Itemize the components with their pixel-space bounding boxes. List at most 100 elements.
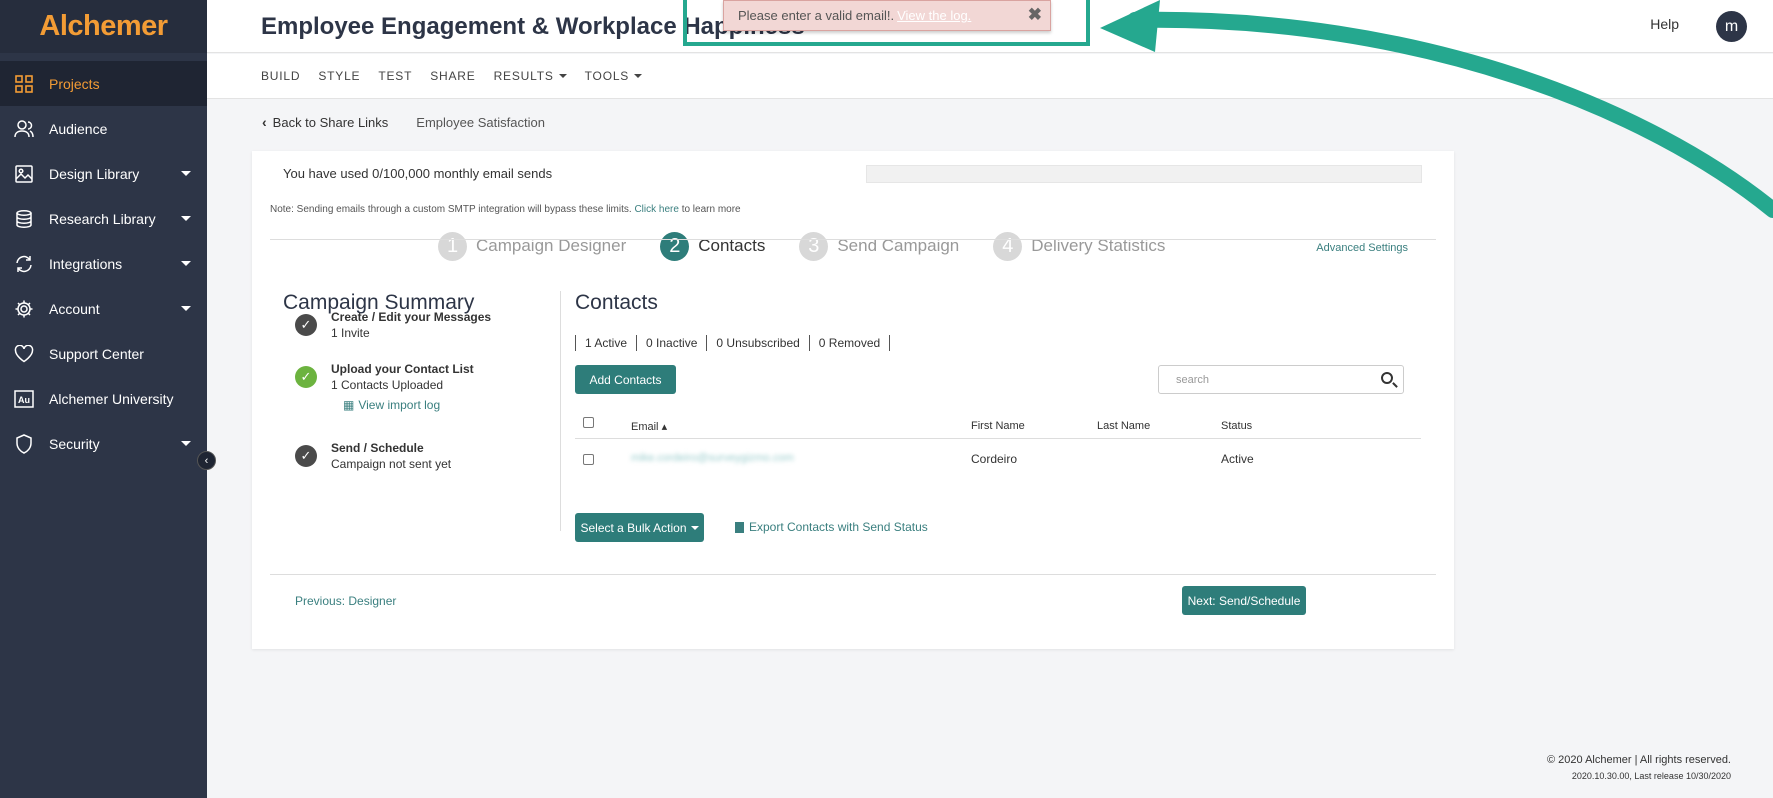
brand-name: Alchemer [39, 10, 168, 42]
chevron-down-icon [181, 171, 191, 176]
sidebar-item-integrations[interactable]: Integrations [0, 241, 207, 286]
column-status[interactable]: Status [1221, 420, 1252, 432]
previous-designer-link[interactable]: Previous: Designer [295, 594, 396, 608]
release-info: 2020.10.30.00, Last release 10/30/2020 [1571, 771, 1731, 781]
close-icon[interactable]: ✖ [1028, 5, 1042, 25]
campaign-steps: 1 Campaign Designer 2 Contacts 3 Send Campa… [438, 231, 1199, 261]
sidebar-item-support-center[interactable]: Support Center [0, 331, 207, 376]
column-label: Email [631, 421, 659, 433]
logo[interactable]: Alchemer [0, 0, 207, 53]
column-email[interactable]: Email ▴ [631, 420, 667, 433]
step-campaign-designer[interactable]: 1 Campaign Designer [438, 231, 626, 261]
gear-icon [13, 298, 35, 320]
note-text: Note: Sending emails through a custom SM… [270, 204, 632, 215]
export-contacts-link[interactable]: Export Contacts with Send Status [735, 520, 928, 534]
sidebar-item-security[interactable]: Security [0, 421, 207, 466]
view-import-log-link[interactable]: ▦ View import log [343, 398, 474, 412]
sidebar-item-projects[interactable]: Projects [0, 61, 207, 106]
back-link[interactable]: ‹ Back to Share Links [262, 114, 388, 130]
summary-item-contacts: ✓ Upload your Contact List 1 Contacts Upl… [295, 361, 474, 412]
row-checkbox[interactable] [583, 454, 594, 465]
sidebar-item-label: Security [49, 435, 100, 452]
bulk-action-button[interactable]: Select a Bulk Action [575, 513, 704, 542]
column-divider [560, 291, 561, 531]
column-last-name[interactable]: Last Name [1097, 420, 1150, 432]
tab-test[interactable]: TEST [378, 69, 412, 83]
sidebar-item-label: Support Center [49, 345, 144, 362]
sidebar-item-research-library[interactable]: Research Library [0, 196, 207, 241]
collapse-sidebar-button[interactable]: ‹ [197, 451, 216, 470]
step-send-campaign[interactable]: 3 Send Campaign [799, 231, 959, 261]
summary-item-title: Create / Edit your Messages [331, 310, 492, 324]
tab-label: RESULTS [493, 69, 554, 83]
footer-divider [270, 574, 1436, 575]
document-icon [735, 521, 744, 533]
chevron-left-icon: ‹ [204, 454, 209, 467]
sidebar-item-alchemer-university[interactable]: Au Alchemer University [0, 376, 207, 421]
filter-active[interactable]: 1 Active [575, 335, 636, 351]
table-icon: ▦ [343, 398, 355, 412]
copyright: © 2020 Alchemer | All rights reserved. [1547, 754, 1731, 766]
chevron-down-icon [181, 216, 191, 221]
svg-text:Au: Au [18, 395, 30, 405]
alert-message: Please enter a valid email!. [738, 8, 895, 23]
contact-first-name: Cordeiro [971, 452, 1018, 466]
export-label: Export Contacts with Send Status [749, 520, 928, 534]
search-input[interactable]: search [1158, 365, 1404, 394]
breadcrumb: ‹ Back to Share Links Employee Satisfacti… [262, 114, 545, 130]
step-contacts[interactable]: 2 Contacts [660, 231, 765, 261]
summary-item-sub: Campaign not sent yet [331, 457, 452, 471]
sidebar-item-account[interactable]: Account [0, 286, 207, 331]
select-all-checkbox[interactable] [583, 417, 594, 428]
sidebar-item-label: Projects [49, 75, 100, 92]
filter-removed[interactable]: 0 Removed [808, 335, 891, 351]
usage-text: You have used 0/100,000 monthly email se… [283, 166, 553, 181]
contact-status: Active [1221, 452, 1254, 466]
sidebar-item-audience[interactable]: Audience [0, 106, 207, 151]
contacts-title: Contacts [575, 291, 658, 314]
contact-email: mike.cordeiro@surveygizmo.com [631, 452, 794, 464]
sidebar-item-label: Design Library [49, 165, 140, 182]
filter-inactive[interactable]: 0 Inactive [636, 335, 706, 351]
summary-item-send: ✓ Send / Schedule Campaign not sent yet [295, 440, 451, 473]
note-suffix: to learn more [681, 204, 741, 215]
alert-log-link[interactable]: View the log. [897, 8, 971, 23]
image-icon [13, 163, 35, 185]
sidebar-item-design-library[interactable]: Design Library [0, 151, 207, 196]
tab-label: TEST [378, 69, 413, 83]
table-row: mike.cordeiro@surveygizmo.com Cordeiro A… [575, 447, 1421, 477]
steps-divider [270, 239, 1436, 240]
note-link[interactable]: Click here [634, 204, 678, 215]
chevron-down-icon [181, 306, 191, 311]
grid-icon [13, 73, 35, 95]
column-first-name[interactable]: First Name [971, 420, 1025, 432]
tab-style[interactable]: STYLE [318, 69, 360, 83]
refresh-icon [13, 253, 35, 275]
summary-item-sub: 1 Invite [331, 326, 370, 340]
tab-tools[interactable]: TOOLS [584, 69, 643, 83]
chevron-left-icon: ‹ [262, 114, 267, 130]
filter-unsubscribed[interactable]: 0 Unsubscribed [706, 335, 808, 351]
search-placeholder: search [1176, 373, 1210, 386]
tab-results[interactable]: RESULTS [494, 69, 567, 83]
tab-label: TOOLS [584, 69, 630, 83]
sort-asc-icon: ▴ [661, 421, 668, 433]
next-send-schedule-button[interactable]: Next: Send/Schedule [1182, 586, 1306, 615]
add-contacts-button[interactable]: Add Contacts [575, 365, 676, 394]
bulk-action-label: Select a Bulk Action [580, 520, 687, 535]
check-icon: ✓ [295, 314, 317, 336]
au-icon: Au [13, 388, 35, 410]
step-number: 2 [660, 231, 690, 261]
advanced-settings-link[interactable]: Advanced Settings [1316, 242, 1408, 254]
caret-down-icon [634, 74, 643, 78]
summary-item-title: Send / Schedule [331, 441, 424, 455]
contact-filters: 1 Active 0 Inactive 0 Unsubscribed 0 Rem… [575, 335, 891, 351]
search-icon[interactable] [1381, 372, 1393, 384]
tab-build[interactable]: BUILD [261, 69, 300, 83]
smtp-note: Note: Sending emails through a custom SM… [270, 204, 741, 215]
heart-icon [13, 343, 35, 365]
tab-share[interactable]: SHARE [430, 69, 475, 83]
sidebar-item-label: Integrations [49, 255, 123, 272]
step-delivery-statistics[interactable]: 4 Delivery Statistics [993, 231, 1165, 261]
summary-item-title: Upload your Contact List [331, 362, 474, 376]
